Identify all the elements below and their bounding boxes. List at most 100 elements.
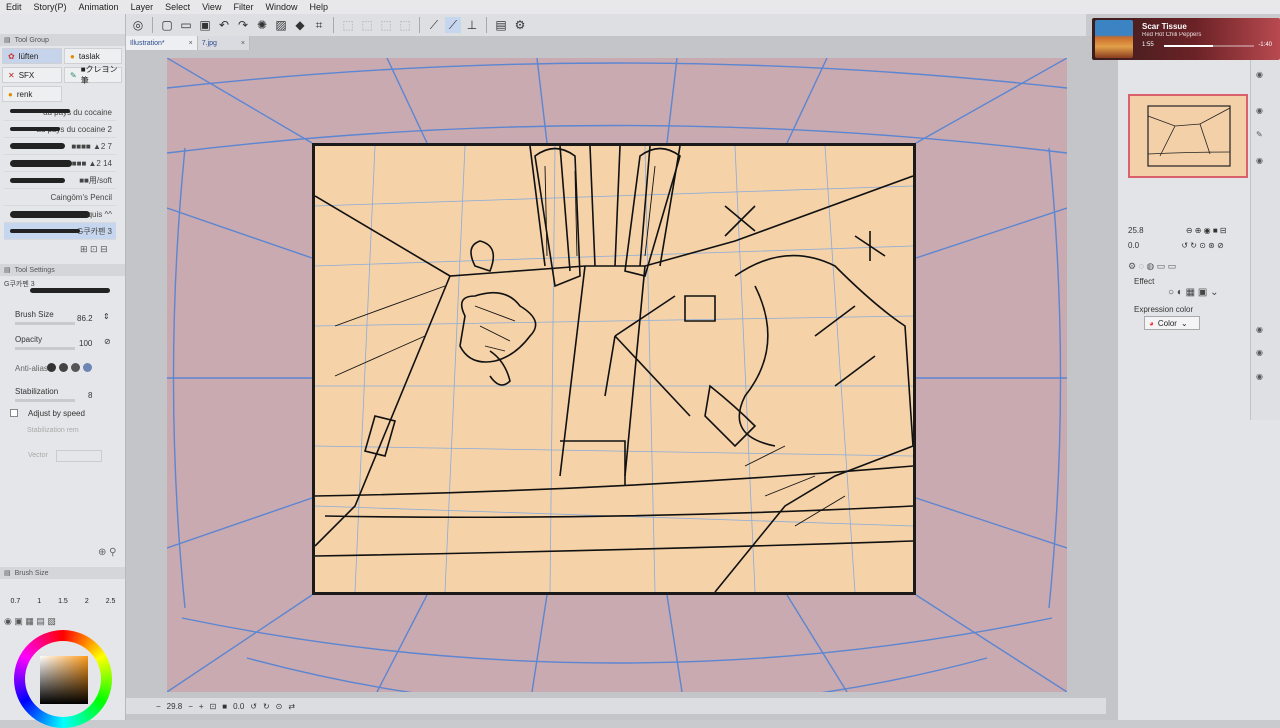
brush-size-panel-title: Brush Size	[14, 569, 49, 577]
tool-group-title: Tool Group	[14, 36, 49, 44]
menu-edit[interactable]: Edit	[0, 2, 28, 12]
opacity-value[interactable]: 100	[79, 339, 92, 348]
brush-item[interactable]: ■■■■ ▲2 7	[4, 138, 116, 155]
invert-icon[interactable]: ⬚	[359, 17, 375, 33]
antialias-options[interactable]	[47, 363, 92, 372]
zoom-controls-icon[interactable]: ⊖ ⊕ ◉ ■ ⊟	[1186, 226, 1227, 235]
eye-icon[interactable]: ◉	[1256, 106, 1263, 115]
menu-story[interactable]: Story(P)	[28, 2, 73, 12]
aa-strong-icon[interactable]	[83, 363, 92, 372]
new-file-icon[interactable]: ▢	[159, 17, 175, 33]
eye-icon[interactable]: ◉	[1256, 325, 1263, 334]
brush-item[interactable]: Croquis ^^	[4, 206, 116, 223]
zoom-minus-icon[interactable]: −	[188, 702, 193, 711]
app-icon[interactable]: ◎	[130, 17, 146, 33]
eye-icon[interactable]: ◉	[1256, 348, 1263, 357]
aa-none-icon[interactable]	[47, 363, 56, 372]
menu-window[interactable]: Window	[259, 2, 303, 12]
color-panel-tabs[interactable]: ◉ ▣ ▦ ▤ ▧	[4, 616, 56, 627]
menu-help[interactable]: Help	[303, 2, 334, 12]
reset-rotation-icon[interactable]: ⊙	[276, 702, 283, 711]
special-ruler-icon[interactable]: ⊥	[464, 17, 480, 33]
close-icon[interactable]: ×	[241, 40, 245, 47]
stabilization-value[interactable]: 8	[88, 391, 92, 400]
stabilization-slider[interactable]	[15, 399, 75, 402]
brush-size-spinner-icon[interactable]: ⇕	[103, 312, 110, 321]
tool-renk[interactable]: ● renk	[2, 86, 62, 102]
perspective-snap-icon[interactable]: ⟋	[445, 17, 461, 33]
effect-icons[interactable]: ○ ◐ ▦ ▣ ⌄	[1168, 287, 1218, 298]
menu-select[interactable]: Select	[159, 2, 196, 12]
adjust-by-speed-checkbox[interactable]	[10, 409, 18, 417]
brush-item[interactable]: ■■用/soft	[4, 172, 116, 189]
open-folder-icon[interactable]: ▭	[178, 17, 194, 33]
redo-icon[interactable]: ↷	[235, 17, 251, 33]
zoom-plus-icon[interactable]: +	[199, 702, 204, 711]
eye-icon[interactable]: ◉	[1256, 70, 1263, 79]
fit-icon[interactable]: ⊡	[210, 702, 217, 711]
artwork-frame[interactable]	[312, 143, 916, 595]
brush-size-presets[interactable]: 0.7 1 1.5 2 2.5	[2, 582, 124, 605]
zoom-out-icon[interactable]: −	[156, 702, 161, 711]
vector-options[interactable]	[56, 450, 102, 462]
ruler-snap-icon[interactable]: ⟋	[426, 17, 442, 33]
aa-mid-icon[interactable]	[71, 363, 80, 372]
tool-taslak[interactable]: ● taslak	[64, 48, 122, 64]
close-icon[interactable]: ×	[189, 40, 193, 47]
expression-color-select[interactable]: ◕ Color ⌄	[1144, 316, 1200, 330]
brush-size-slider[interactable]	[15, 322, 75, 325]
menu-filter[interactable]: Filter	[227, 2, 259, 12]
transform-icon[interactable]: ⌗	[311, 17, 327, 33]
brush-item[interactable]: au pays du cocaine 2	[4, 121, 116, 138]
eye-icon[interactable]: ◉	[1256, 156, 1263, 165]
tool-property-icon[interactable]: ⊕ ⚲	[98, 547, 116, 558]
tool-sfx[interactable]: ✕ SFX	[2, 67, 62, 83]
clear-icon[interactable]: ▨	[273, 17, 289, 33]
brush-size-value[interactable]: 86.2	[77, 314, 93, 323]
brush-preset[interactable]: 1.5	[58, 582, 68, 605]
crop-icon[interactable]: ⬚	[378, 17, 394, 33]
rotation-controls-icon[interactable]: ↺ ↻ ⊙ ⊛ ⊘	[1181, 241, 1223, 250]
tool-crayon[interactable]: ✎ ■クレヨン筆	[64, 65, 122, 85]
zoom-value[interactable]: 29.8	[167, 702, 183, 711]
brush-item-selected[interactable]: G쿠카펜 3	[4, 223, 116, 240]
brush-item[interactable]: Caingōm's Pencil	[4, 189, 116, 206]
angle-value[interactable]: 0.0	[233, 702, 244, 711]
stop-icon[interactable]: ■	[222, 702, 227, 711]
track-progress[interactable]	[1164, 45, 1254, 47]
opacity-slider[interactable]	[15, 347, 75, 350]
undo-icon[interactable]: ↶	[216, 17, 232, 33]
deselect-icon[interactable]: ⬚	[340, 17, 356, 33]
flip-icon[interactable]: ⇄	[288, 702, 295, 711]
opacity-link-icon[interactable]: ⊘	[104, 337, 111, 346]
tab-illustration[interactable]: Illustration* ×	[126, 36, 198, 50]
brush-item[interactable]: au pays du cocaine	[4, 104, 116, 121]
aa-weak-icon[interactable]	[59, 363, 68, 372]
expand-icon[interactable]: ⬚	[397, 17, 413, 33]
rotate-left-icon[interactable]: ↺	[250, 702, 257, 711]
menu-view[interactable]: View	[196, 2, 227, 12]
brush-preset[interactable]: 1	[37, 582, 41, 605]
property-tabs[interactable]: ⚙ ◌ ◍ ▭ ▭	[1128, 261, 1176, 272]
loading-icon[interactable]: ✺	[254, 17, 270, 33]
rotate-right-icon[interactable]: ↻	[263, 702, 270, 711]
menu-layer[interactable]: Layer	[125, 2, 160, 12]
eye-icon[interactable]: ✎	[1256, 130, 1263, 139]
brush-preset[interactable]: 0.7	[10, 582, 20, 605]
navigator-rotation-value[interactable]: 0.0	[1128, 241, 1139, 250]
save-icon[interactable]: ▣	[197, 17, 213, 33]
brush-item[interactable]: ■■■■ ▲2 14	[4, 155, 116, 172]
eye-icon[interactable]: ◉	[1256, 372, 1263, 381]
tool-lueften[interactable]: ✿ lüften	[2, 48, 62, 64]
tab-7jpg[interactable]: 7.jpg ×	[197, 36, 251, 50]
layer-icon[interactable]: ▤	[493, 17, 509, 33]
fill-icon[interactable]: ◆	[292, 17, 308, 33]
brush-list-actions[interactable]: ⊞ ⊡ ⊟	[80, 244, 108, 255]
brush-preset[interactable]: 2.5	[106, 582, 116, 605]
color-saturation-square[interactable]	[40, 656, 88, 704]
navigator-thumbnail[interactable]	[1128, 94, 1248, 178]
menu-animation[interactable]: Animation	[73, 2, 125, 12]
settings-icon[interactable]: ⚙	[512, 17, 528, 33]
brush-preset[interactable]: 2	[85, 582, 89, 605]
navigator-zoom-value[interactable]: 25.8	[1128, 226, 1144, 235]
